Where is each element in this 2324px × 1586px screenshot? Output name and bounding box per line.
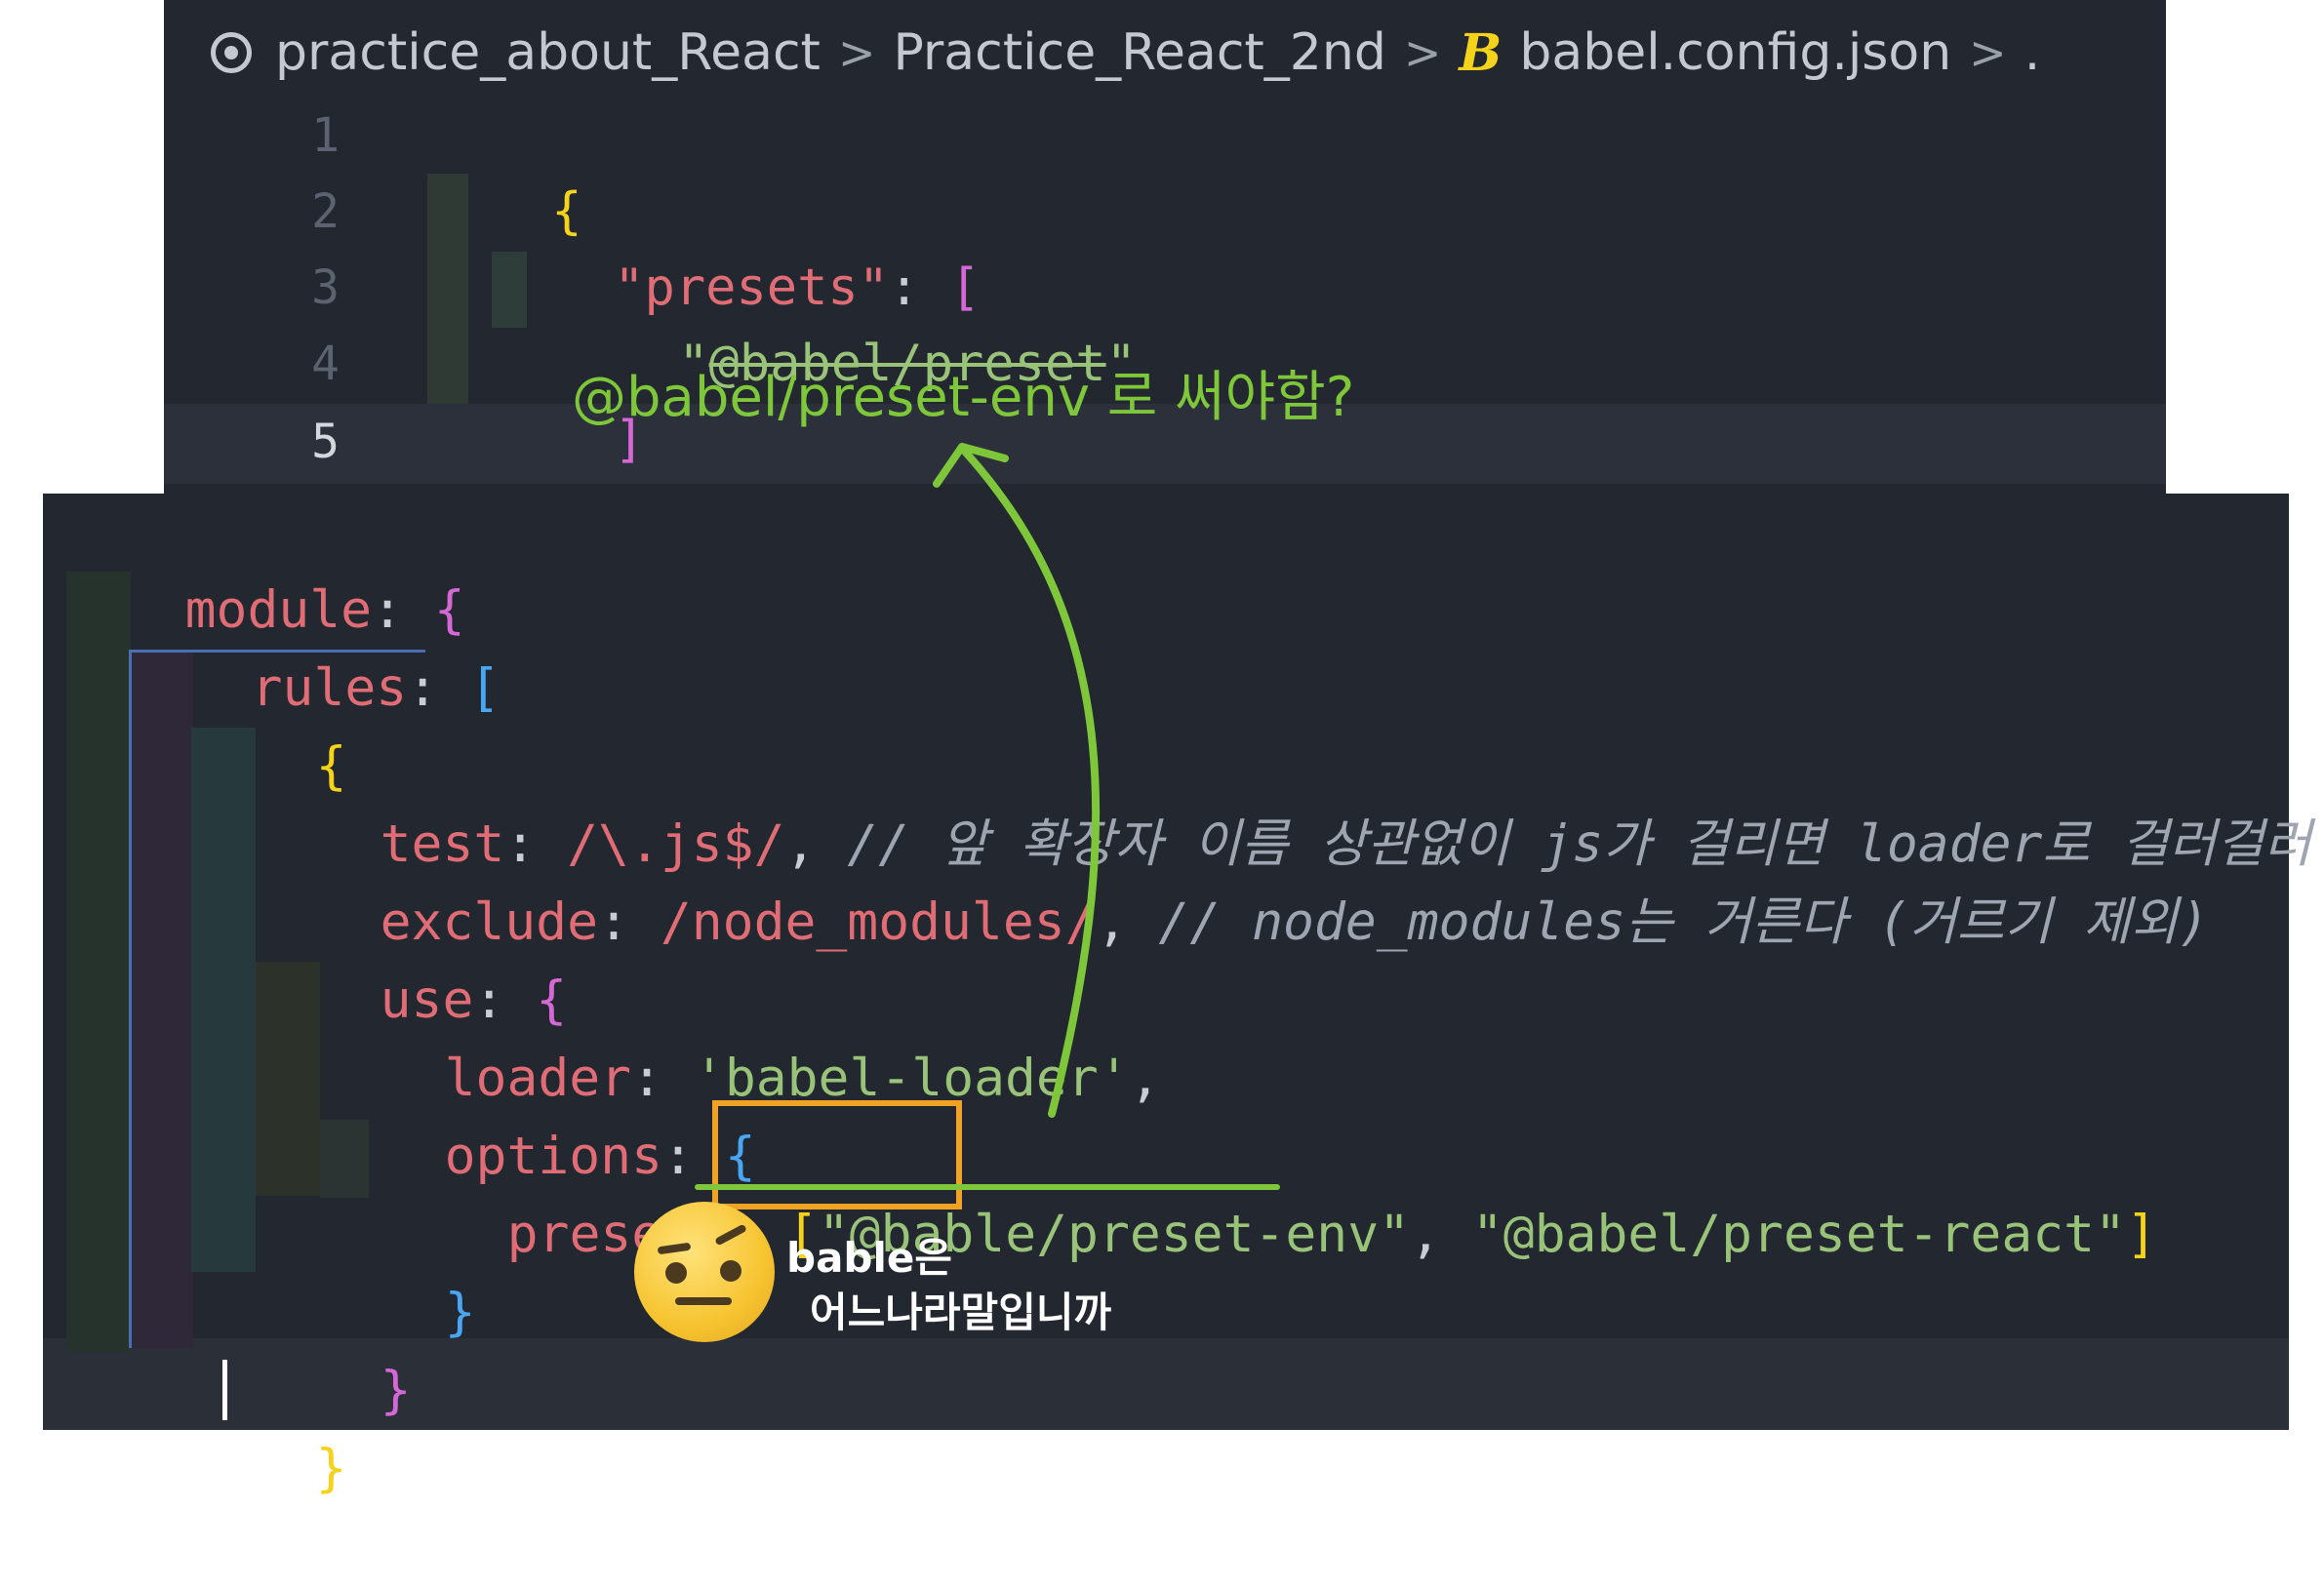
arrow-annotation (933, 443, 1101, 1118)
arrow-head (933, 443, 1009, 488)
raised-eyebrow-emoji-icon (634, 1202, 775, 1342)
brace-close: } (315, 1439, 347, 1498)
note-line-1: bable은 (786, 1234, 952, 1282)
emoji-eye (720, 1260, 741, 1282)
note-line-2: 어느나라말입니까 (810, 1289, 1112, 1336)
emoji-eye (665, 1262, 687, 1284)
emoji-brow (657, 1242, 692, 1255)
emoji-mouth (675, 1297, 732, 1305)
emoji-brow (714, 1223, 747, 1247)
arrow-curve (962, 449, 1101, 1118)
